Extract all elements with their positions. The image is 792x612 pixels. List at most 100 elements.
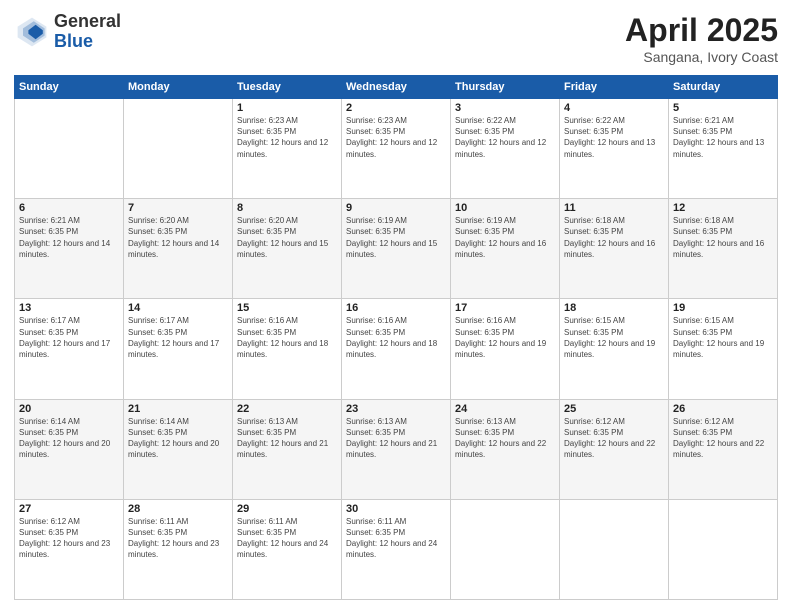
day-number: 6 — [19, 202, 119, 214]
table-row: 24Sunrise: 6:13 AM Sunset: 6:35 PM Dayli… — [451, 399, 560, 499]
day-number: 29 — [237, 503, 337, 515]
col-friday: Friday — [560, 76, 669, 99]
logo-blue: Blue — [54, 32, 121, 52]
day-number: 2 — [346, 102, 446, 114]
table-row: 10Sunrise: 6:19 AM Sunset: 6:35 PM Dayli… — [451, 199, 560, 299]
header: General Blue April 2025 Sangana, Ivory C… — [14, 12, 778, 65]
calendar-week-row: 6Sunrise: 6:21 AM Sunset: 6:35 PM Daylig… — [15, 199, 778, 299]
day-info: Sunrise: 6:22 AM Sunset: 6:35 PM Dayligh… — [564, 115, 664, 160]
logo-general: General — [54, 12, 121, 32]
day-number: 17 — [455, 302, 555, 314]
day-info: Sunrise: 6:16 AM Sunset: 6:35 PM Dayligh… — [455, 315, 555, 360]
day-info: Sunrise: 6:12 AM Sunset: 6:35 PM Dayligh… — [19, 516, 119, 561]
day-number: 24 — [455, 403, 555, 415]
day-number: 1 — [237, 102, 337, 114]
calendar-week-row: 20Sunrise: 6:14 AM Sunset: 6:35 PM Dayli… — [15, 399, 778, 499]
table-row: 30Sunrise: 6:11 AM Sunset: 6:35 PM Dayli… — [342, 499, 451, 599]
table-row: 4Sunrise: 6:22 AM Sunset: 6:35 PM Daylig… — [560, 99, 669, 199]
day-number: 23 — [346, 403, 446, 415]
table-row: 2Sunrise: 6:23 AM Sunset: 6:35 PM Daylig… — [342, 99, 451, 199]
day-number: 12 — [673, 202, 773, 214]
day-info: Sunrise: 6:21 AM Sunset: 6:35 PM Dayligh… — [673, 115, 773, 160]
table-row: 22Sunrise: 6:13 AM Sunset: 6:35 PM Dayli… — [233, 399, 342, 499]
day-number: 20 — [19, 403, 119, 415]
day-number: 4 — [564, 102, 664, 114]
day-info: Sunrise: 6:21 AM Sunset: 6:35 PM Dayligh… — [19, 215, 119, 260]
calendar-week-row: 1Sunrise: 6:23 AM Sunset: 6:35 PM Daylig… — [15, 99, 778, 199]
table-row: 9Sunrise: 6:19 AM Sunset: 6:35 PM Daylig… — [342, 199, 451, 299]
day-info: Sunrise: 6:11 AM Sunset: 6:35 PM Dayligh… — [128, 516, 228, 561]
day-info: Sunrise: 6:11 AM Sunset: 6:35 PM Dayligh… — [237, 516, 337, 561]
logo: General Blue — [14, 12, 121, 52]
main-title: April 2025 — [625, 12, 778, 49]
page: General Blue April 2025 Sangana, Ivory C… — [0, 0, 792, 612]
day-info: Sunrise: 6:18 AM Sunset: 6:35 PM Dayligh… — [673, 215, 773, 260]
day-number: 18 — [564, 302, 664, 314]
day-number: 26 — [673, 403, 773, 415]
day-info: Sunrise: 6:20 AM Sunset: 6:35 PM Dayligh… — [237, 215, 337, 260]
day-number: 28 — [128, 503, 228, 515]
table-row: 3Sunrise: 6:22 AM Sunset: 6:35 PM Daylig… — [451, 99, 560, 199]
table-row: 7Sunrise: 6:20 AM Sunset: 6:35 PM Daylig… — [124, 199, 233, 299]
table-row: 17Sunrise: 6:16 AM Sunset: 6:35 PM Dayli… — [451, 299, 560, 399]
day-number: 15 — [237, 302, 337, 314]
day-info: Sunrise: 6:15 AM Sunset: 6:35 PM Dayligh… — [673, 315, 773, 360]
day-number: 8 — [237, 202, 337, 214]
day-number: 22 — [237, 403, 337, 415]
table-row — [451, 499, 560, 599]
day-info: Sunrise: 6:14 AM Sunset: 6:35 PM Dayligh… — [128, 416, 228, 461]
day-number: 25 — [564, 403, 664, 415]
table-row: 19Sunrise: 6:15 AM Sunset: 6:35 PM Dayli… — [669, 299, 778, 399]
table-row: 26Sunrise: 6:12 AM Sunset: 6:35 PM Dayli… — [669, 399, 778, 499]
table-row: 11Sunrise: 6:18 AM Sunset: 6:35 PM Dayli… — [560, 199, 669, 299]
day-info: Sunrise: 6:13 AM Sunset: 6:35 PM Dayligh… — [346, 416, 446, 461]
day-info: Sunrise: 6:19 AM Sunset: 6:35 PM Dayligh… — [455, 215, 555, 260]
table-row: 14Sunrise: 6:17 AM Sunset: 6:35 PM Dayli… — [124, 299, 233, 399]
day-info: Sunrise: 6:23 AM Sunset: 6:35 PM Dayligh… — [346, 115, 446, 160]
table-row: 8Sunrise: 6:20 AM Sunset: 6:35 PM Daylig… — [233, 199, 342, 299]
table-row: 5Sunrise: 6:21 AM Sunset: 6:35 PM Daylig… — [669, 99, 778, 199]
logo-text: General Blue — [54, 12, 121, 52]
table-row: 16Sunrise: 6:16 AM Sunset: 6:35 PM Dayli… — [342, 299, 451, 399]
day-number: 11 — [564, 202, 664, 214]
day-number: 27 — [19, 503, 119, 515]
day-info: Sunrise: 6:16 AM Sunset: 6:35 PM Dayligh… — [237, 315, 337, 360]
day-number: 13 — [19, 302, 119, 314]
day-info: Sunrise: 6:13 AM Sunset: 6:35 PM Dayligh… — [237, 416, 337, 461]
day-info: Sunrise: 6:14 AM Sunset: 6:35 PM Dayligh… — [19, 416, 119, 461]
day-info: Sunrise: 6:17 AM Sunset: 6:35 PM Dayligh… — [19, 315, 119, 360]
day-number: 21 — [128, 403, 228, 415]
table-row — [669, 499, 778, 599]
day-info: Sunrise: 6:20 AM Sunset: 6:35 PM Dayligh… — [128, 215, 228, 260]
col-monday: Monday — [124, 76, 233, 99]
table-row: 21Sunrise: 6:14 AM Sunset: 6:35 PM Dayli… — [124, 399, 233, 499]
table-row: 25Sunrise: 6:12 AM Sunset: 6:35 PM Dayli… — [560, 399, 669, 499]
table-row: 23Sunrise: 6:13 AM Sunset: 6:35 PM Dayli… — [342, 399, 451, 499]
day-info: Sunrise: 6:12 AM Sunset: 6:35 PM Dayligh… — [673, 416, 773, 461]
table-row: 20Sunrise: 6:14 AM Sunset: 6:35 PM Dayli… — [15, 399, 124, 499]
logo-icon — [14, 14, 50, 50]
day-number: 7 — [128, 202, 228, 214]
calendar-header-row: Sunday Monday Tuesday Wednesday Thursday… — [15, 76, 778, 99]
table-row: 28Sunrise: 6:11 AM Sunset: 6:35 PM Dayli… — [124, 499, 233, 599]
day-number: 9 — [346, 202, 446, 214]
day-number: 10 — [455, 202, 555, 214]
day-info: Sunrise: 6:18 AM Sunset: 6:35 PM Dayligh… — [564, 215, 664, 260]
col-saturday: Saturday — [669, 76, 778, 99]
col-thursday: Thursday — [451, 76, 560, 99]
day-info: Sunrise: 6:19 AM Sunset: 6:35 PM Dayligh… — [346, 215, 446, 260]
day-info: Sunrise: 6:16 AM Sunset: 6:35 PM Dayligh… — [346, 315, 446, 360]
table-row: 12Sunrise: 6:18 AM Sunset: 6:35 PM Dayli… — [669, 199, 778, 299]
table-row — [15, 99, 124, 199]
day-info: Sunrise: 6:23 AM Sunset: 6:35 PM Dayligh… — [237, 115, 337, 160]
day-info: Sunrise: 6:22 AM Sunset: 6:35 PM Dayligh… — [455, 115, 555, 160]
table-row: 15Sunrise: 6:16 AM Sunset: 6:35 PM Dayli… — [233, 299, 342, 399]
day-number: 3 — [455, 102, 555, 114]
day-number: 19 — [673, 302, 773, 314]
table-row: 18Sunrise: 6:15 AM Sunset: 6:35 PM Dayli… — [560, 299, 669, 399]
table-row — [560, 499, 669, 599]
table-row: 13Sunrise: 6:17 AM Sunset: 6:35 PM Dayli… — [15, 299, 124, 399]
day-info: Sunrise: 6:12 AM Sunset: 6:35 PM Dayligh… — [564, 416, 664, 461]
col-tuesday: Tuesday — [233, 76, 342, 99]
day-number: 30 — [346, 503, 446, 515]
